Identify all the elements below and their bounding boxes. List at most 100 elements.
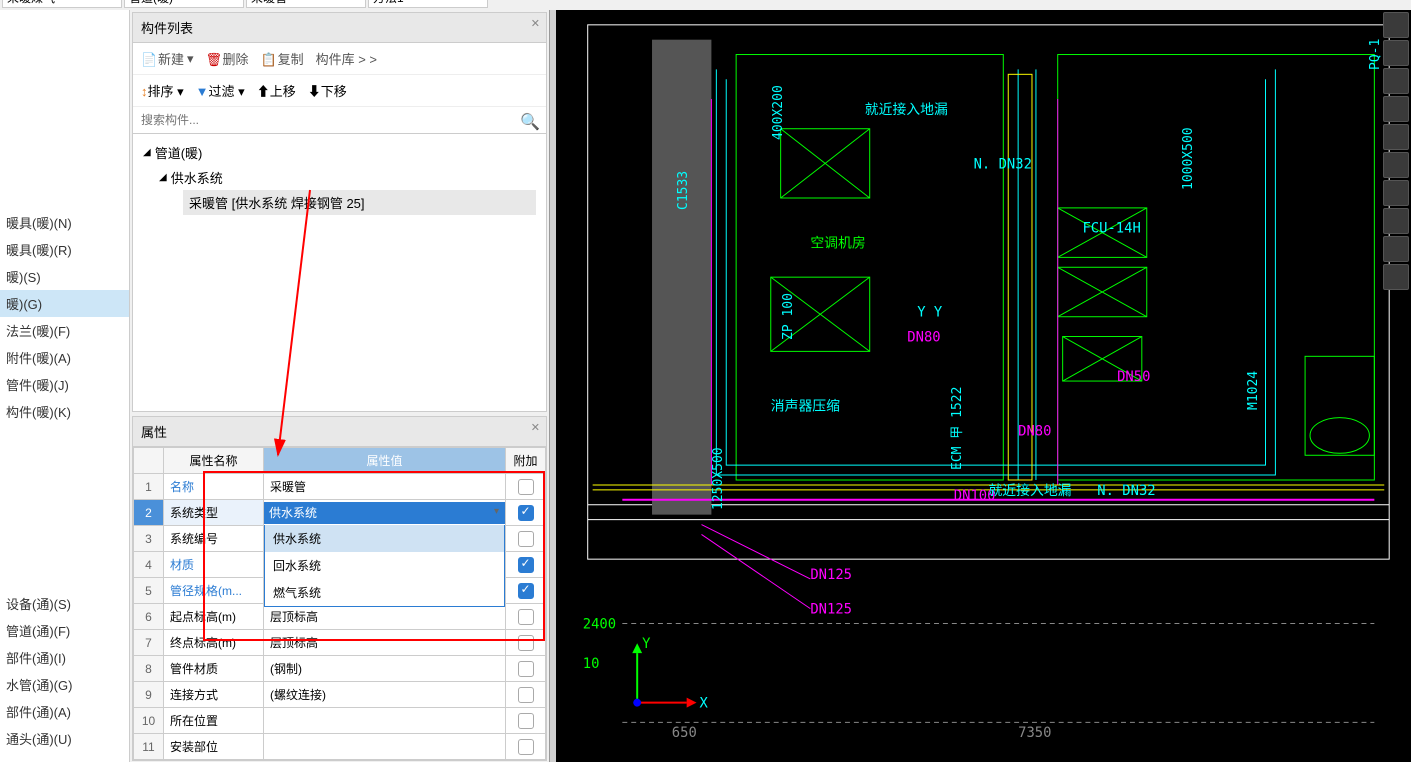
library-button[interactable]: 构件库 > > bbox=[316, 49, 377, 68]
prop-extra[interactable] bbox=[506, 578, 546, 604]
prop-extra[interactable] bbox=[506, 708, 546, 734]
close-icon[interactable]: ✕ bbox=[531, 17, 540, 30]
copy-button[interactable]: 📋复制 bbox=[261, 49, 304, 68]
prop-name[interactable]: 起点标高(m) bbox=[164, 604, 264, 630]
prop-name[interactable]: 安装部位 bbox=[164, 734, 264, 760]
prop-name[interactable]: 连接方式 bbox=[164, 682, 264, 708]
top-input-2[interactable] bbox=[124, 0, 244, 8]
prop-value[interactable]: (钢制) bbox=[264, 656, 506, 682]
prop-extra[interactable] bbox=[506, 474, 546, 500]
cad-tool-button[interactable] bbox=[1383, 180, 1409, 206]
top-input-1[interactable] bbox=[2, 0, 122, 8]
table-row-selected[interactable]: 2 系统类型 ▾ 供水系统 回水系统 燃气系统 bbox=[134, 500, 546, 526]
table-row[interactable]: 9 连接方式 (螺纹连接) bbox=[134, 682, 546, 708]
left-item[interactable]: 暖具(暖)(N) bbox=[0, 209, 129, 236]
table-row[interactable]: 1 名称 采暖管 bbox=[134, 474, 546, 500]
left-item-selected[interactable]: 暖)(G) bbox=[0, 290, 129, 317]
cad-text: 1000X500 bbox=[1181, 127, 1196, 190]
dropdown-option[interactable]: 供水系统 bbox=[265, 525, 504, 552]
filter-button[interactable]: ▼过滤 ▾ bbox=[196, 81, 245, 100]
top-input-4[interactable] bbox=[368, 0, 488, 8]
prop-name[interactable]: 材质 bbox=[164, 552, 264, 578]
left-item[interactable]: 水管(通)(G) bbox=[0, 671, 129, 698]
left-item[interactable]: 暖)(S) bbox=[0, 263, 129, 290]
left-item[interactable]: 通头(通)(U) bbox=[0, 725, 129, 752]
prop-name[interactable]: 系统类型 bbox=[164, 500, 264, 526]
delete-button[interactable]: 🗑删除 bbox=[206, 49, 249, 68]
cad-tool-button[interactable] bbox=[1383, 264, 1409, 290]
row-num: 6 bbox=[134, 604, 164, 630]
table-row[interactable]: 6 起点标高(m) 层顶标高 bbox=[134, 604, 546, 630]
system-type-dropdown[interactable]: ▾ 供水系统 回水系统 燃气系统 bbox=[264, 500, 506, 526]
cad-tool-button[interactable] bbox=[1383, 152, 1409, 178]
left-item[interactable]: 附件(暖)(A) bbox=[0, 344, 129, 371]
prop-extra[interactable] bbox=[506, 630, 546, 656]
prop-extra[interactable] bbox=[506, 526, 546, 552]
left-item[interactable]: 设备(通)(S) bbox=[0, 590, 129, 617]
prop-name[interactable]: 终点标高(m) bbox=[164, 630, 264, 656]
svg-text:2400: 2400 bbox=[583, 616, 616, 632]
properties-header: 属性 ✕ bbox=[133, 417, 546, 447]
table-row[interactable]: 11 安装部位 bbox=[134, 734, 546, 760]
left-item[interactable]: 法兰(暖)(F) bbox=[0, 317, 129, 344]
prop-extra[interactable] bbox=[506, 604, 546, 630]
top-input-3[interactable] bbox=[246, 0, 366, 8]
prop-value[interactable]: (螺纹连接) bbox=[264, 682, 506, 708]
svg-text:10: 10 bbox=[583, 656, 600, 672]
svg-text:消声器压缩: 消声器压缩 bbox=[771, 399, 840, 415]
cad-tool-button[interactable] bbox=[1383, 236, 1409, 262]
prop-extra[interactable] bbox=[506, 734, 546, 760]
prop-name[interactable]: 所在位置 bbox=[164, 708, 264, 734]
dropdown-input[interactable] bbox=[264, 502, 505, 524]
left-item[interactable]: 构件(暖)(K) bbox=[0, 398, 129, 425]
table-row[interactable]: 10 所在位置 bbox=[134, 708, 546, 734]
left-item[interactable]: 管件(暖)(J) bbox=[0, 371, 129, 398]
prop-extra[interactable] bbox=[506, 552, 546, 578]
cad-tool-button[interactable] bbox=[1383, 208, 1409, 234]
properties-title: 属性 bbox=[141, 425, 167, 440]
delete-icon: 🗑 bbox=[206, 52, 220, 66]
prop-name[interactable]: 系统编号 bbox=[164, 526, 264, 552]
prop-value[interactable]: 层顶标高 bbox=[264, 604, 506, 630]
table-row[interactable]: 8 管件材质 (钢制) bbox=[134, 656, 546, 682]
search-input[interactable] bbox=[133, 107, 546, 133]
svg-text:650: 650 bbox=[672, 725, 697, 741]
tree-child[interactable]: ◢供水系统 bbox=[159, 165, 536, 190]
dropdown-option[interactable]: 回水系统 bbox=[265, 552, 504, 579]
left-item[interactable]: 部件(通)(I) bbox=[0, 644, 129, 671]
new-button[interactable]: 📄新建 ▾ bbox=[141, 49, 194, 68]
col-value[interactable]: 属性值 bbox=[264, 448, 506, 474]
prop-value[interactable] bbox=[264, 734, 506, 760]
prop-extra[interactable] bbox=[506, 682, 546, 708]
prop-value[interactable] bbox=[264, 708, 506, 734]
search-icon[interactable]: 🔍 bbox=[520, 112, 540, 132]
cad-viewport[interactable]: 就近接入地漏 N. DN32 空调机房 FCU-14H DN80 消声器压缩 D… bbox=[550, 10, 1411, 762]
prop-name[interactable]: 名称 bbox=[164, 474, 264, 500]
moveup-button[interactable]: ⬆上移 bbox=[257, 81, 296, 100]
left-item[interactable]: 部件(通)(A) bbox=[0, 698, 129, 725]
dropdown-option[interactable]: 燃气系统 bbox=[265, 579, 504, 606]
sort-button[interactable]: ↕排序 ▾ bbox=[141, 81, 184, 100]
tree-root[interactable]: ◢管道(暖) bbox=[143, 140, 536, 165]
cad-text: 400X200 bbox=[771, 85, 786, 140]
prop-value[interactable]: 采暖管 bbox=[264, 474, 506, 500]
tree-leaf-selected[interactable]: 采暖管 [供水系统 焊接钢管 25] bbox=[183, 190, 536, 215]
movedown-button[interactable]: ⬇下移 bbox=[308, 81, 347, 100]
table-row[interactable]: 7 终点标高(m) 层顶标高 bbox=[134, 630, 546, 656]
left-item[interactable]: 暖具(暖)(R) bbox=[0, 236, 129, 263]
cad-tool-button[interactable] bbox=[1383, 12, 1409, 38]
cad-tool-button[interactable] bbox=[1383, 40, 1409, 66]
prop-name[interactable]: 管径规格(m... bbox=[164, 578, 264, 604]
prop-extra[interactable] bbox=[506, 656, 546, 682]
cad-tool-button[interactable] bbox=[1383, 96, 1409, 122]
cad-tool-button[interactable] bbox=[1383, 68, 1409, 94]
close-icon[interactable]: ✕ bbox=[531, 421, 540, 434]
prop-name[interactable]: 管件材质 bbox=[164, 656, 264, 682]
chevron-down-icon: ◢ bbox=[143, 147, 151, 158]
cad-tool-button[interactable] bbox=[1383, 124, 1409, 150]
svg-text:DN80: DN80 bbox=[1018, 423, 1051, 439]
left-item[interactable]: 管道(通)(F) bbox=[0, 617, 129, 644]
prop-value[interactable]: 层顶标高 bbox=[264, 630, 506, 656]
chevron-down-icon[interactable]: ▾ bbox=[494, 506, 499, 517]
prop-extra[interactable] bbox=[506, 500, 546, 526]
